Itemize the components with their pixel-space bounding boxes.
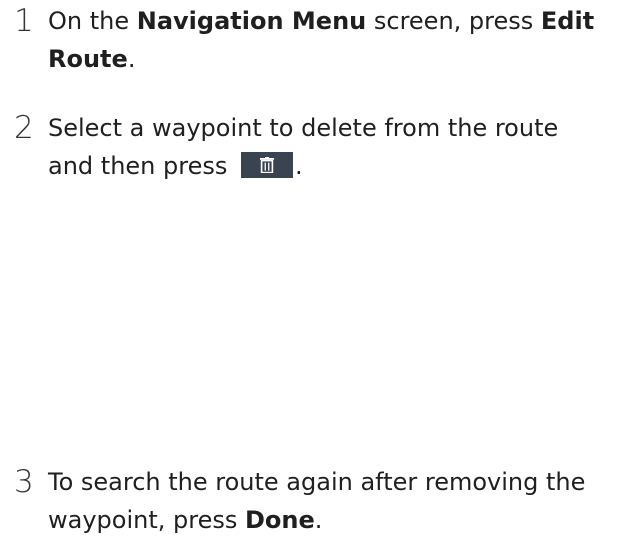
- instruction-text: .: [314, 506, 323, 534]
- instruction-text: .: [294, 152, 303, 180]
- instruction-text: screen, press: [366, 7, 541, 35]
- step-1: 1 On the Navigation Menu screen, press E…: [14, 2, 610, 78]
- step-number: 2: [14, 110, 34, 146]
- step-number: 1: [14, 3, 34, 39]
- done-label: Done: [244, 506, 315, 534]
- delete-button: [240, 152, 293, 178]
- instruction-text: Select a waypoint to delete from the rou…: [48, 114, 559, 180]
- trash-icon: [259, 157, 274, 173]
- step-2: 2 Select a waypoint to delete from the r…: [14, 109, 610, 185]
- instruction-text: .: [127, 45, 136, 73]
- step-instruction: Select a waypoint to delete from the rou…: [48, 109, 608, 185]
- step-3: 3 To search the route again after removi…: [14, 463, 610, 539]
- instruction-text: On the: [48, 7, 137, 35]
- step-instruction: On the Navigation Menu screen, press Edi…: [48, 2, 608, 78]
- step-number: 3: [14, 464, 34, 500]
- step-instruction: To search the route again after removing…: [48, 463, 608, 539]
- navigation-menu-label: Navigation Menu: [136, 7, 367, 35]
